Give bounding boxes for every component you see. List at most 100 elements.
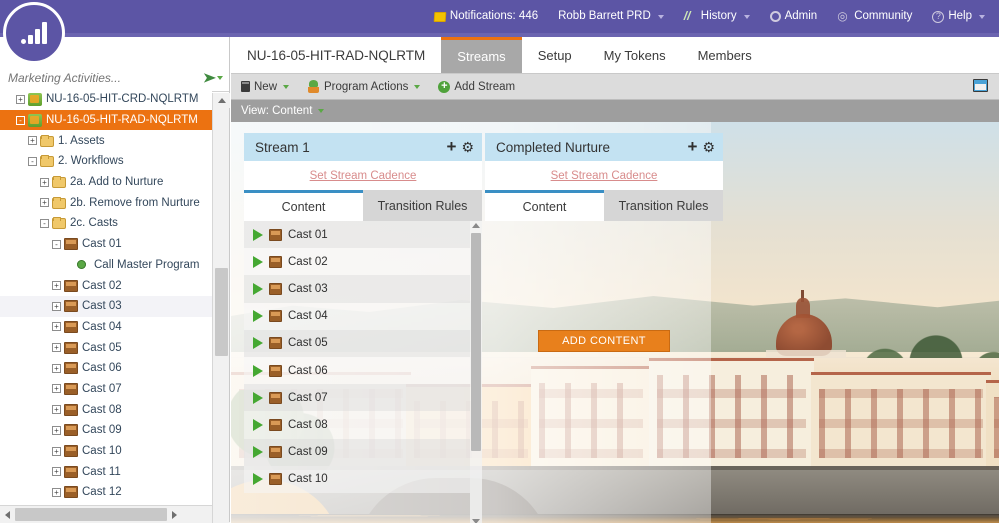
scroll-left-button[interactable] xyxy=(0,506,15,523)
list-item[interactable]: Cast 05 xyxy=(244,329,470,357)
expand-icon[interactable]: + xyxy=(52,467,61,477)
expand-icon[interactable]: + xyxy=(40,177,49,187)
gear-icon[interactable]: ⚙ xyxy=(702,140,715,154)
chevron-down-icon[interactable] xyxy=(217,75,223,80)
tab-my-tokens[interactable]: My Tokens xyxy=(588,37,682,73)
expand-icon[interactable]: + xyxy=(52,322,61,332)
list-item[interactable]: Cast 07 xyxy=(244,384,470,412)
collapse-icon[interactable]: - xyxy=(40,218,49,228)
scroll-up-button[interactable] xyxy=(472,223,480,228)
tab-members[interactable]: Members xyxy=(682,37,768,73)
tree-item-cast-04[interactable]: + Cast 04 xyxy=(0,317,212,338)
set-stream-cadence-link[interactable]: Set Stream Cadence xyxy=(551,170,658,182)
navigation-tree[interactable]: + NU-16-05-HIT-CRD-NQLRTM - NU-16-05-HIT-RA… xyxy=(0,89,212,523)
tree-item-1-assets[interactable]: +1. Assets xyxy=(0,130,212,151)
expand-icon[interactable]: + xyxy=(52,301,61,311)
play-icon[interactable] xyxy=(253,391,263,404)
play-icon[interactable] xyxy=(253,228,263,241)
expand-icon[interactable]: + xyxy=(52,487,61,497)
collapse-icon[interactable]: - xyxy=(28,156,37,166)
scroll-down-button[interactable] xyxy=(472,519,480,523)
tree-item-cast-05[interactable]: + Cast 05 xyxy=(0,337,212,358)
list-item[interactable]: Cast 03 xyxy=(244,275,470,303)
collapse-icon[interactable]: - xyxy=(16,115,25,125)
play-icon[interactable] xyxy=(253,337,263,350)
list-item[interactable]: Cast 08 xyxy=(244,411,470,439)
tree-item-2a-add-to-nurture[interactable]: +2a. Add to Nurture xyxy=(0,172,212,193)
add-icon[interactable]: + xyxy=(688,138,698,155)
list-item[interactable]: Cast 10 xyxy=(244,465,470,493)
play-icon[interactable] xyxy=(253,282,263,295)
stream-1-content-list[interactable]: Cast 01 Cast 02 Cast 03 Cast 04 Cast 05 Cast … xyxy=(244,221,470,493)
stream-2-tab-content[interactable]: Content xyxy=(485,190,604,221)
expand-icon[interactable]: + xyxy=(52,425,61,435)
new-button[interactable]: New xyxy=(241,81,290,93)
expand-icon[interactable]: + xyxy=(52,384,61,394)
list-item[interactable]: Cast 06 xyxy=(244,356,470,385)
add-stream-button[interactable]: + Add Stream xyxy=(438,80,515,93)
tree-item-cast-06[interactable]: + Cast 06 xyxy=(0,358,212,379)
search-input[interactable] xyxy=(8,70,205,85)
scroll-thumb[interactable] xyxy=(471,233,481,451)
topbar-item-notifications[interactable]: Notifications: 446 xyxy=(433,10,538,23)
tab-setup[interactable]: Setup xyxy=(522,37,588,73)
tree-item-cast-09[interactable]: + Cast 09 xyxy=(0,420,212,441)
stream-2-tab-transition-rules[interactable]: Transition Rules xyxy=(604,190,723,221)
tree-horizontal-scrollbar[interactable] xyxy=(0,505,212,523)
expand-icon[interactable]: + xyxy=(52,405,61,415)
expand-icon[interactable]: + xyxy=(40,198,49,208)
scroll-thumb-horizontal[interactable] xyxy=(15,508,167,521)
list-item[interactable]: Cast 09 xyxy=(244,438,470,466)
tree-item-cast-02[interactable]: + Cast 02 xyxy=(0,275,212,296)
expand-icon[interactable]: + xyxy=(52,363,61,373)
tree-item-2b-remove-from-nurture[interactable]: +2b. Remove from Nurture xyxy=(0,192,212,213)
tree-item-2c-casts[interactable]: - 2c. Casts xyxy=(0,213,212,234)
tree-vertical-scrollbar[interactable] xyxy=(212,93,230,523)
play-icon[interactable] xyxy=(253,255,263,268)
tree-item-cast-11[interactable]: + Cast 11 xyxy=(0,461,212,482)
stream-1-tab-content[interactable]: Content xyxy=(244,190,363,221)
scroll-up-button[interactable] xyxy=(213,93,230,108)
stream-1-tab-transition-rules[interactable]: Transition Rules xyxy=(363,190,482,221)
expand-icon[interactable]: + xyxy=(52,446,61,456)
tree-item-cast-07[interactable]: + Cast 07 xyxy=(0,379,212,400)
topbar-item-admin[interactable]: Admin xyxy=(769,10,817,23)
play-icon[interactable] xyxy=(253,418,263,431)
play-icon[interactable] xyxy=(253,310,263,323)
scroll-thumb[interactable] xyxy=(215,268,228,356)
view-selector[interactable]: View: Content xyxy=(241,105,325,117)
tree-item-cast-10[interactable]: + Cast 10 xyxy=(0,441,212,462)
list-item[interactable]: Cast 01 xyxy=(244,221,470,249)
topbar-item-community[interactable]: ◎ Community xyxy=(837,10,912,23)
stream-1-scrollbar[interactable] xyxy=(470,221,482,523)
play-icon[interactable] xyxy=(253,364,263,377)
program-actions-button[interactable]: Program Actions xyxy=(307,80,421,93)
set-stream-cadence-link[interactable]: Set Stream Cadence xyxy=(310,170,417,182)
list-item[interactable]: Cast 02 xyxy=(244,248,470,276)
tab-streams[interactable]: Streams xyxy=(441,37,522,73)
gear-icon[interactable]: ⚙ xyxy=(461,140,474,154)
scroll-right-button[interactable] xyxy=(167,506,182,523)
play-icon[interactable] xyxy=(253,473,263,486)
panel-toggle-icon[interactable] xyxy=(973,79,988,92)
collapse-icon[interactable]: - xyxy=(52,239,61,249)
tree-item-call-master-program[interactable]: Call Master Program xyxy=(0,255,212,276)
tree-item-cast-12[interactable]: + Cast 12 xyxy=(0,482,212,503)
topbar-item-history[interactable]: // History xyxy=(684,10,750,23)
topbar-item-account[interactable]: Robb Barrett PRD xyxy=(558,10,664,23)
tree-item-cast-01[interactable]: - Cast 01 xyxy=(0,234,212,255)
expand-icon[interactable]: + xyxy=(16,94,25,104)
tree-item-nu-16-05-hit-rad-nqlrtm[interactable]: - NU-16-05-HIT-RAD-NQLRTM xyxy=(0,109,212,131)
expand-icon[interactable]: + xyxy=(52,343,61,353)
add-content-button[interactable]: ADD CONTENT xyxy=(538,330,670,352)
marketo-logo[interactable] xyxy=(3,2,65,64)
tree-item-cast-03[interactable]: + Cast 03 xyxy=(0,295,212,317)
tree-item-2-workflows[interactable]: - 2. Workflows xyxy=(0,151,212,172)
add-icon[interactable]: + xyxy=(447,138,457,155)
expand-icon[interactable]: + xyxy=(52,281,61,291)
play-icon[interactable] xyxy=(253,446,263,459)
expand-icon[interactable]: + xyxy=(28,136,37,146)
topbar-item-help[interactable]: ? Help xyxy=(932,10,985,23)
tree-item-cast-08[interactable]: + Cast 08 xyxy=(0,399,212,420)
list-item[interactable]: Cast 04 xyxy=(244,302,470,330)
